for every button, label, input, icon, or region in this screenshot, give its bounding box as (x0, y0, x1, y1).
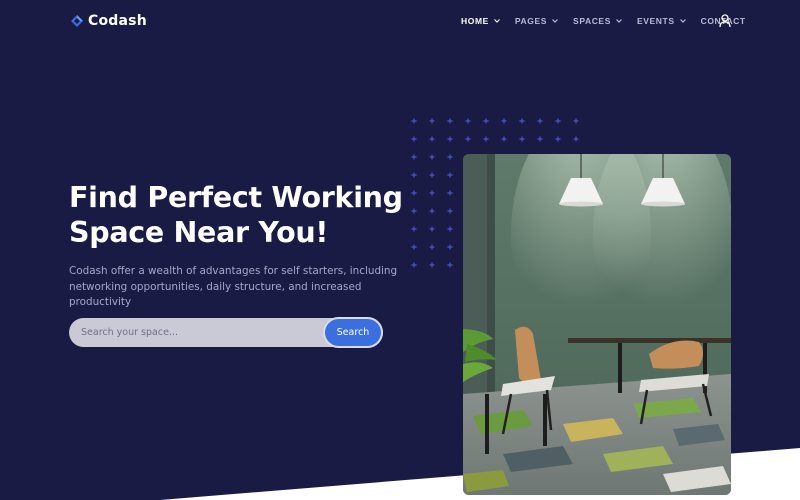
nav-item-label: HOME (461, 16, 489, 26)
plus-dot (411, 208, 417, 214)
navbar: Codash HOME PAGES SPACES EVENTS CONTACT (0, 0, 800, 44)
search-bar: Search (69, 318, 383, 347)
plus-dot (447, 190, 453, 196)
plus-dot (411, 172, 417, 178)
plus-dot (411, 136, 417, 142)
plus-dot (465, 118, 471, 124)
plus-dot (447, 154, 453, 160)
plus-dot (447, 118, 453, 124)
plus-dot (429, 208, 435, 214)
plus-dot (447, 136, 453, 142)
nav-item-home[interactable]: HOME (461, 16, 501, 26)
user-icon[interactable] (719, 14, 731, 28)
hero-description: Codash offer a wealth of advantages for … (69, 265, 398, 308)
plus-dot (537, 118, 543, 124)
hero-title-line-1: Find Perfect Working (69, 181, 403, 214)
plus-dot (555, 118, 561, 124)
plus-dot (573, 136, 579, 142)
chevron-down-icon (616, 19, 622, 23)
hero-title: Find Perfect Working Space Near You! (69, 180, 409, 250)
plus-dot (411, 154, 417, 160)
office-workspace-photo (463, 154, 731, 495)
plus-dot (519, 136, 525, 142)
plus-dot (447, 172, 453, 178)
plus-dot (411, 244, 417, 250)
brand-logo[interactable]: Codash (70, 13, 147, 29)
plus-dot (411, 118, 417, 124)
office-photo-illustration (463, 154, 731, 495)
nav-item-label: EVENTS (636, 16, 675, 26)
plus-dot (429, 154, 435, 160)
nav-item-events[interactable]: EVENTS (637, 16, 687, 26)
nav-item-label: SPACES (573, 16, 611, 26)
plus-dot (429, 262, 435, 268)
plus-dot (447, 244, 453, 250)
plus-dot (411, 226, 417, 232)
plus-dot (447, 208, 453, 214)
plus-dot (429, 136, 435, 142)
search-button[interactable]: Search (325, 319, 381, 346)
plus-dot (411, 190, 417, 196)
hero-title-line-2: Space Near You! (69, 216, 329, 249)
plus-dot (429, 244, 435, 250)
main-nav: HOME PAGES SPACES EVENTS CONTACT (461, 16, 760, 26)
plus-dot (429, 172, 435, 178)
chevron-down-icon (552, 19, 558, 23)
plus-dot (429, 190, 435, 196)
chevron-down-icon (679, 19, 686, 23)
plus-dot (537, 136, 543, 142)
plus-dot (573, 118, 579, 124)
diamond-logo-icon (71, 15, 83, 27)
brand-name: Codash (88, 13, 147, 29)
nav-item-label: PAGES (514, 16, 548, 26)
plus-dot (447, 262, 453, 268)
nav-item-spaces[interactable]: SPACES (573, 16, 623, 26)
nav-item-pages[interactable]: PAGES (515, 16, 559, 26)
plus-dot (555, 136, 561, 142)
plus-dot (429, 118, 435, 124)
chevron-down-icon (493, 19, 500, 23)
plus-dot (447, 226, 453, 232)
plus-dot (411, 262, 417, 268)
plus-dot (501, 118, 507, 124)
plus-dot (465, 136, 471, 142)
plus-dot (429, 226, 435, 232)
plus-dot (483, 118, 489, 124)
plus-dot (483, 136, 489, 142)
plus-dot (519, 118, 525, 124)
plus-dot (501, 136, 507, 142)
search-input[interactable] (69, 318, 324, 347)
